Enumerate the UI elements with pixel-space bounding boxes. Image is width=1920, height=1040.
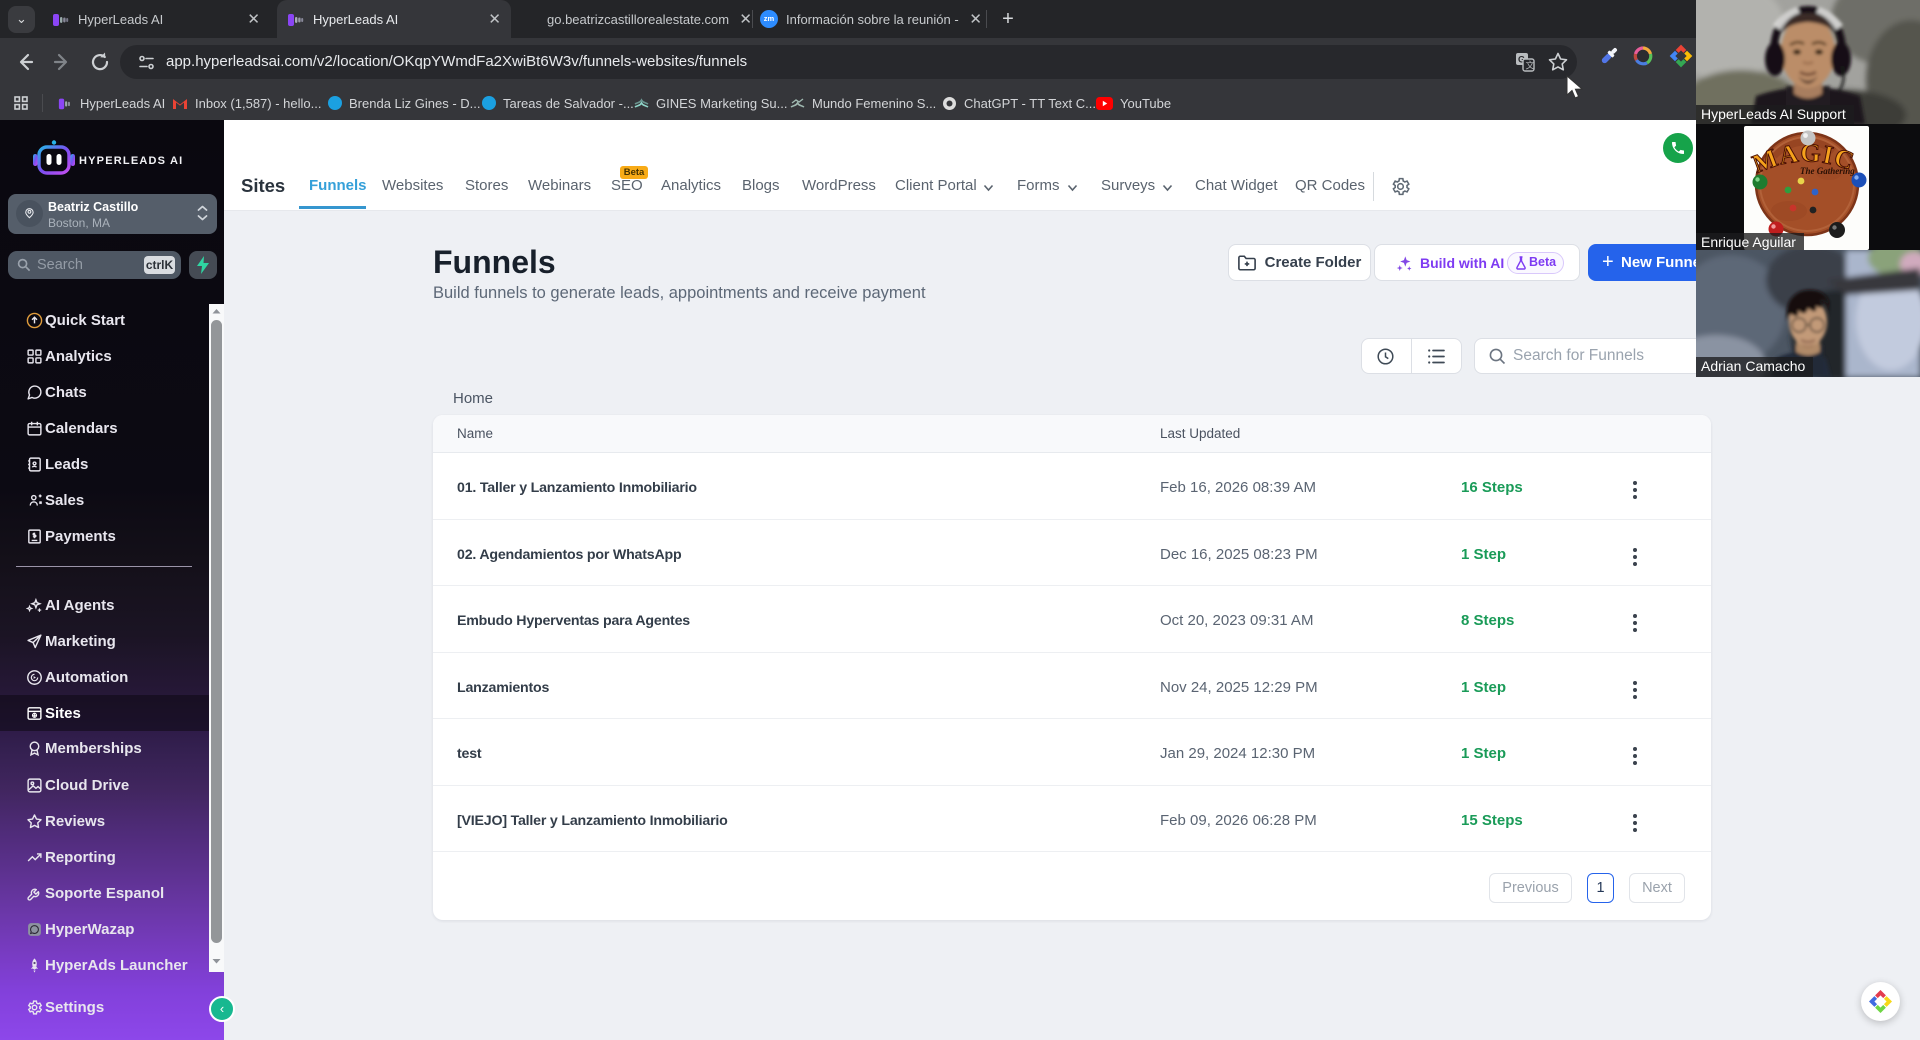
svg-text:The Gathering: The Gathering xyxy=(1800,166,1855,176)
svg-text:HYPERLEADS AI: HYPERLEADS AI xyxy=(79,155,183,166)
svg-text:文: 文 xyxy=(1526,60,1535,71)
